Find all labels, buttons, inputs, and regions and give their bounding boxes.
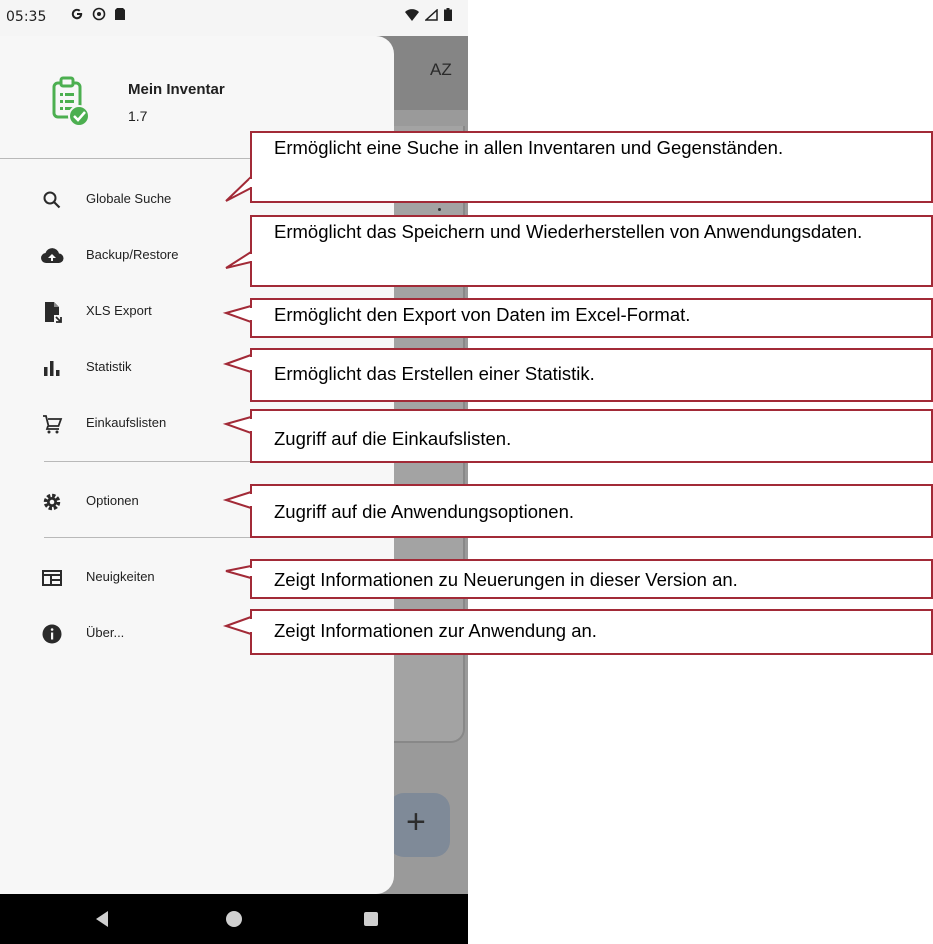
callout-ueber: Zeigt Informationen zur Anwendung an. (250, 609, 933, 655)
menu-item-label: Neuigkeiten (86, 569, 155, 584)
menu-item-label: Einkaufslisten (86, 415, 167, 430)
sim-card-icon (115, 8, 125, 20)
callout-einkaufslisten: Zugriff auf die Einkaufslisten. (250, 409, 933, 463)
callout-globale-suche: Ermöglicht eine Suche in allen Inventare… (250, 131, 933, 203)
add-button[interactable]: + (388, 793, 450, 857)
google-icon (71, 8, 83, 20)
bar-chart-icon (44, 361, 60, 376)
menu-item-label: Backup/Restore (86, 247, 179, 262)
gear-icon (43, 493, 61, 511)
menu-item-label: Globale Suche (86, 191, 172, 206)
info-icon (42, 624, 62, 644)
callout-neuigkeiten: Zeigt Informationen zu Neuerungen in die… (250, 559, 933, 599)
file-export-icon (45, 302, 62, 323)
menu-item-label: XLS Export (86, 303, 152, 318)
home-icon[interactable] (226, 911, 242, 927)
app-version: 1.7 (128, 108, 148, 124)
menu-item-label: Über... (86, 625, 125, 640)
status-left-icons (70, 7, 126, 21)
wifi-icon (405, 8, 419, 21)
menu-item-label: Optionen (86, 493, 139, 508)
status-bar: 05:35 (0, 0, 468, 36)
menu-item-label: Statistik (86, 359, 132, 374)
callout-xls-export: Ermöglicht den Export von Daten im Excel… (250, 298, 933, 338)
sort-az-button[interactable]: AZ (430, 60, 452, 80)
shopping-cart-icon (43, 415, 63, 434)
inventory-app-icon (52, 76, 90, 127)
callout-statistik: Ermöglicht das Erstellen einer Statistik… (250, 348, 933, 402)
status-time: 05:35 (6, 9, 47, 25)
menu-dot (438, 208, 441, 211)
callout-backup-restore: Ermöglicht das Speichern und Wiederherst… (250, 215, 933, 287)
news-icon (42, 570, 62, 586)
sync-icon (92, 7, 106, 21)
back-icon[interactable] (96, 911, 108, 927)
callout-optionen: Zugriff auf die Anwendungsoptionen. (250, 484, 933, 538)
status-right-icons (405, 8, 452, 21)
battery-icon (444, 8, 452, 21)
search-icon (43, 191, 61, 209)
app-name: Mein Inventar (128, 81, 225, 98)
recent-apps-icon[interactable] (364, 912, 378, 926)
add-label: + (406, 803, 426, 841)
signal-icon (425, 8, 438, 21)
system-navigation-bar (0, 894, 468, 944)
cloud-upload-icon (41, 248, 64, 264)
